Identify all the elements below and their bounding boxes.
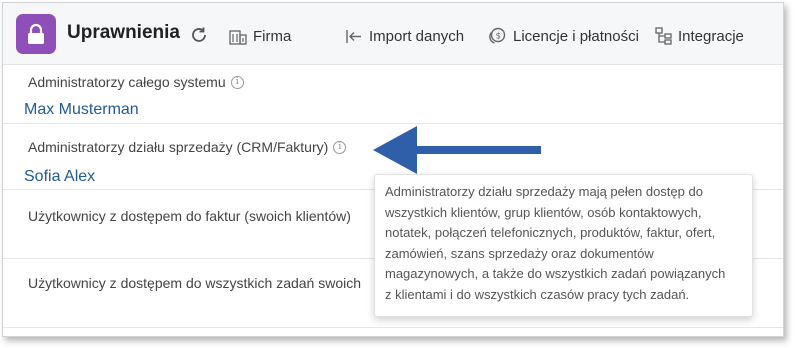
page-title: Uprawnienia xyxy=(67,22,180,43)
nav-firma[interactable]: Firma xyxy=(229,25,291,47)
section-label-text: Użytkownicy z dostępem do wszystkich zad… xyxy=(28,275,362,291)
building-icon xyxy=(229,29,247,45)
section-label-text: Użytkownicy z dostępem do faktur (swoich… xyxy=(28,208,351,224)
info-tooltip: Administratorzy działu sprzedaży mają pe… xyxy=(374,174,753,317)
refresh-icon xyxy=(192,27,206,42)
tooltip-line: z klientami i do wszystkich czasów pracy… xyxy=(385,286,690,302)
section-label: Administratorzy działu sprzedaży (CRM/Fa… xyxy=(28,139,347,155)
svg-text:$: $ xyxy=(496,32,501,42)
nav-licencje-label: Licencje i płatności xyxy=(513,27,639,45)
info-icon[interactable]: i xyxy=(230,75,244,89)
section-label-text: Administratorzy działu sprzedaży (CRM/Fa… xyxy=(28,139,329,155)
coins-icon: $ xyxy=(489,27,506,44)
user-link[interactable]: Max Musterman xyxy=(24,101,139,119)
pointer-arrow-icon xyxy=(373,126,541,174)
section-system-admins: Administratorzy całego systemu i Max Mus… xyxy=(3,65,783,124)
nav-integracje-label: Integracje xyxy=(678,27,744,45)
lock-icon xyxy=(16,14,56,54)
nav-firma-label: Firma xyxy=(253,27,292,45)
section-label: Użytkownicy z dostępem do wszystkich zad… xyxy=(28,275,361,291)
tooltip-line: wszystkich klientów, grup klientów, osób… xyxy=(385,204,702,220)
window-frame: Uprawnienia Firma Import danych $ Licenc… xyxy=(2,2,784,337)
user-link[interactable]: Sofia Alex xyxy=(24,168,95,186)
tooltip-line: notatek, połączeń telefonicznych, produk… xyxy=(385,225,716,240)
nav-licencje[interactable]: $ Licencje i płatności xyxy=(487,25,639,47)
nav-import-label: Import danych xyxy=(369,27,465,45)
tooltip-line: Administratorzy działu sprzedaży mają pe… xyxy=(385,184,703,199)
tooltip-line: magazynowych, a także do wszystkich zada… xyxy=(385,266,726,281)
refresh-button[interactable] xyxy=(187,23,211,47)
section-label: Użytkownicy z dostępem do faktur (swoich… xyxy=(28,208,351,224)
info-icon[interactable]: i xyxy=(333,140,347,154)
nav-integracje[interactable]: Integracje xyxy=(655,25,744,47)
import-icon xyxy=(346,29,361,43)
section-label-text: Administratorzy całego systemu xyxy=(28,74,226,90)
section-label: Administratorzy całego systemu i xyxy=(28,74,244,90)
integrations-icon xyxy=(655,27,672,45)
tooltip-line: zamówień, szans sprzedaży oraz dokumentó… xyxy=(385,245,654,261)
nav-import[interactable]: Import danych xyxy=(345,25,464,47)
page-header: Uprawnienia Firma Import danych $ Licenc… xyxy=(3,3,783,65)
